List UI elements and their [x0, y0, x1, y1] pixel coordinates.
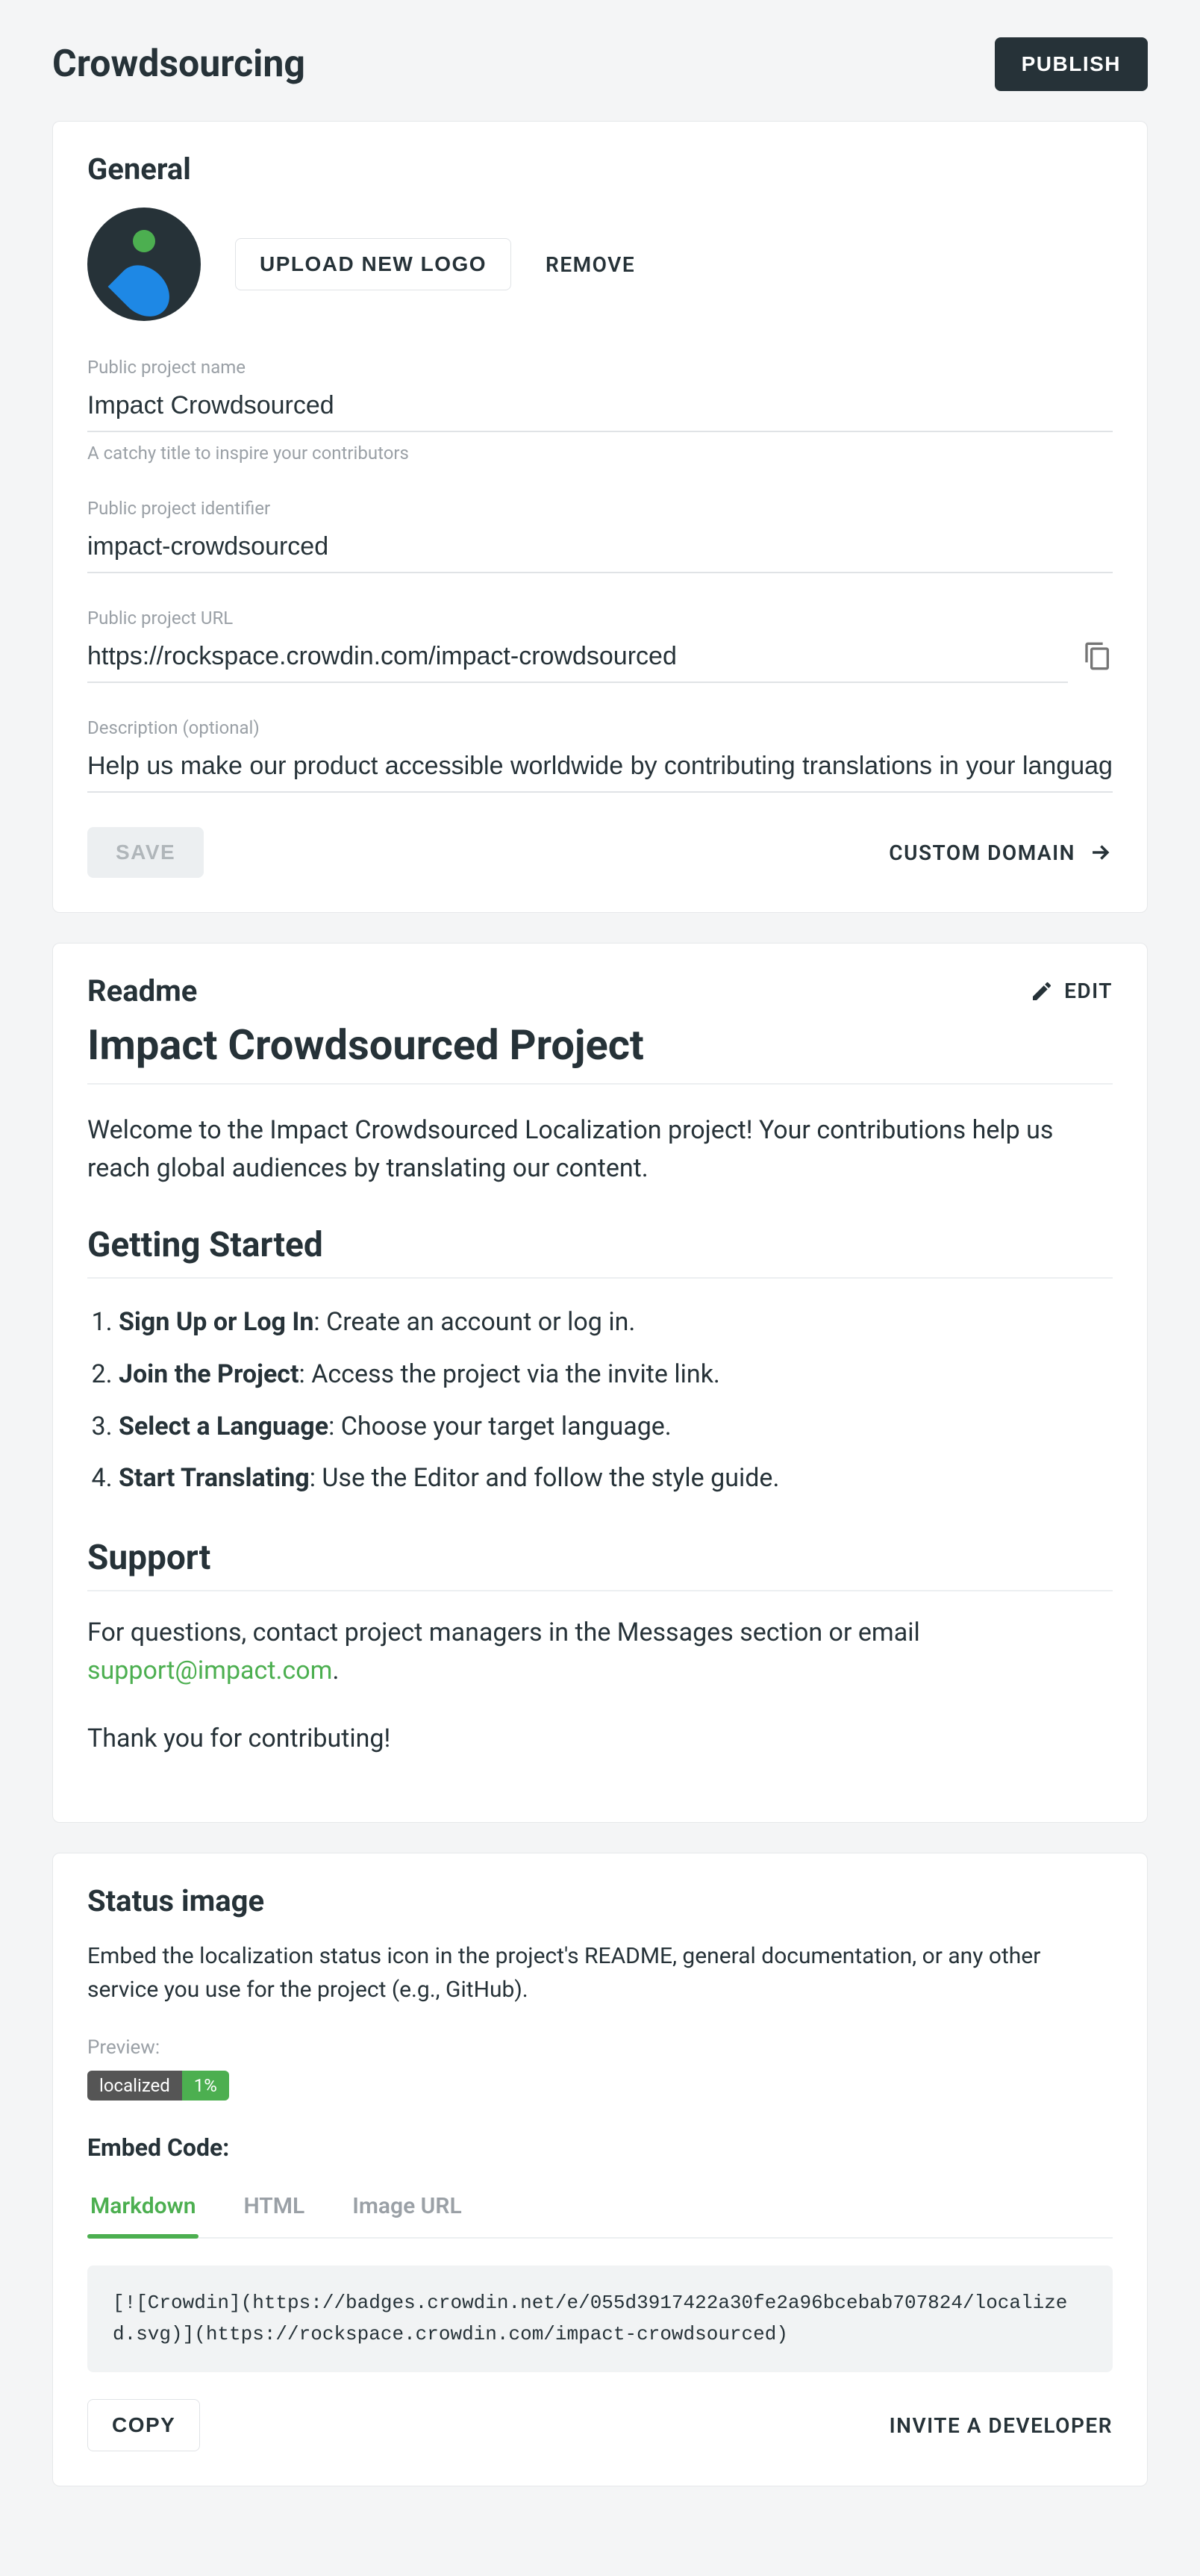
- thanks-text: Thank you for contributing!: [87, 1720, 1113, 1758]
- embed-code-label: Embed Code:: [87, 2133, 1113, 2162]
- tab-markdown[interactable]: Markdown: [87, 2183, 199, 2237]
- support-text: For questions, contact project managers …: [87, 1614, 1113, 1690]
- project-url-input[interactable]: [87, 634, 1068, 683]
- custom-domain-button[interactable]: CUSTOM DOMAIN: [889, 840, 1113, 865]
- embed-code-block[interactable]: [![Crowdin](https://badges.crowdin.net/e…: [87, 2265, 1113, 2372]
- description-input[interactable]: [87, 744, 1113, 793]
- invite-developer-button[interactable]: INVITE A DEVELOPER: [890, 2413, 1113, 2438]
- page-title: Crowdsourcing: [52, 43, 305, 86]
- step-1: Sign Up or Log In: Create an account or …: [119, 1301, 1113, 1344]
- project-id-input[interactable]: [87, 525, 1113, 573]
- readme-heading: Readme: [87, 973, 197, 1008]
- description-label: Description (optional): [87, 717, 1113, 738]
- badge-left: localized: [87, 2071, 182, 2101]
- support-email-link[interactable]: support@impact.com: [87, 1656, 332, 1685]
- badge-right: 1%: [182, 2071, 229, 2101]
- general-heading: General: [87, 152, 1113, 187]
- step-3: Select a Language: Choose your target la…: [119, 1406, 1113, 1449]
- getting-started-heading: Getting Started: [87, 1225, 1113, 1279]
- status-card: Status image Embed the localization stat…: [52, 1853, 1148, 2486]
- copy-url-icon[interactable]: [1083, 641, 1113, 677]
- pencil-icon: [1030, 979, 1054, 1003]
- readme-title: Impact Crowdsourced Project: [87, 1020, 1113, 1085]
- edit-readme-button[interactable]: EDIT: [1030, 979, 1113, 1003]
- custom-domain-label: CUSTOM DOMAIN: [889, 841, 1075, 865]
- project-name-label: Public project name: [87, 357, 1113, 378]
- publish-button[interactable]: PUBLISH: [995, 37, 1148, 91]
- save-button[interactable]: SAVE: [87, 827, 204, 878]
- edit-label: EDIT: [1064, 979, 1113, 1003]
- step-4: Start Translating: Use the Editor and fo…: [119, 1457, 1113, 1500]
- support-heading: Support: [87, 1538, 1113, 1591]
- status-description: Embed the localization status icon in th…: [87, 1939, 1113, 2006]
- copy-button[interactable]: COPY: [87, 2399, 200, 2451]
- project-url-label: Public project URL: [87, 608, 1113, 629]
- status-badge: localized 1%: [87, 2071, 229, 2101]
- arrow-right-icon: [1087, 840, 1113, 865]
- status-heading: Status image: [87, 1883, 1113, 1918]
- tab-image-url[interactable]: Image URL: [349, 2183, 464, 2237]
- general-card: General UPLOAD NEW LOGO REMOVE Public pr…: [52, 121, 1148, 913]
- upload-logo-button[interactable]: UPLOAD NEW LOGO: [235, 238, 511, 290]
- step-2: Join the Project: Access the project via…: [119, 1353, 1113, 1397]
- project-name-input[interactable]: [87, 384, 1113, 432]
- preview-label: Preview:: [87, 2036, 1113, 2059]
- readme-card: Readme EDIT Impact Crowdsourced Project …: [52, 943, 1148, 1823]
- project-id-label: Public project identifier: [87, 498, 1113, 519]
- readme-intro: Welcome to the Impact Crowdsourced Local…: [87, 1111, 1113, 1188]
- remove-logo-button[interactable]: REMOVE: [546, 252, 635, 277]
- tab-html[interactable]: HTML: [240, 2183, 307, 2237]
- project-name-hint: A catchy title to inspire your contribut…: [87, 443, 1113, 464]
- project-logo: [87, 208, 201, 321]
